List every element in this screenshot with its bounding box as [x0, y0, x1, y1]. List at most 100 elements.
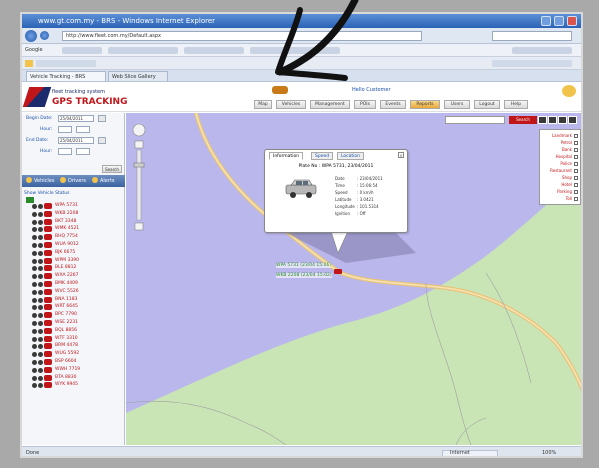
layer-checkbox[interactable] — [574, 190, 578, 194]
vehicle-name[interactable]: WUA 9012 — [55, 242, 79, 247]
vehicle-marker[interactable] — [334, 269, 342, 274]
notification-icon[interactable] — [272, 86, 288, 94]
maximize-button[interactable] — [554, 16, 564, 26]
vehicle-name[interactable]: WXA 2267 — [55, 273, 79, 278]
zoom-slider-track[interactable] — [136, 149, 142, 221]
forward-button[interactable] — [40, 31, 49, 40]
pan-control-icon[interactable] — [132, 123, 146, 137]
vehicle-label[interactable]: WPA 5731 (23/04 15:06) — [276, 263, 332, 268]
layer-toggle[interactable]: Toll — [566, 196, 578, 201]
layer-toggle[interactable]: Hospital — [556, 154, 578, 159]
vehicle-name[interactable]: BNA 1183 — [55, 297, 77, 302]
nav-users[interactable]: Users — [444, 100, 470, 109]
vehicle-list-item[interactable]: WWH 7719 — [26, 366, 122, 374]
minute-select[interactable] — [76, 126, 90, 133]
vehicle-list-item[interactable]: WRT 6645 — [26, 304, 122, 311]
nav-reports[interactable]: Reports — [410, 100, 440, 109]
vehicle-name[interactable]: BKT 3348 — [55, 219, 76, 224]
vehicle-list-item[interactable]: WMK 4521 — [26, 226, 122, 233]
tab-drivers[interactable]: Drivers — [60, 177, 86, 185]
vehicle-name[interactable]: WWH 7719 — [55, 367, 80, 372]
vehicle-list-item[interactable]: WUG 5592 — [26, 351, 122, 358]
vehicle-list-item[interactable]: BSP 6604 — [26, 359, 122, 366]
layer-toggle[interactable]: Restaurant — [550, 168, 578, 173]
zoom-slider-handle[interactable] — [133, 162, 145, 168]
begin-date-input[interactable]: 25/04/2011 — [58, 115, 94, 122]
vehicle-name[interactable]: WKB 2208 — [55, 211, 78, 216]
favorites-item[interactable] — [36, 60, 96, 67]
vehicle-list-item[interactable]: WXA 2267 — [26, 273, 122, 280]
layer-checkbox[interactable] — [574, 183, 578, 187]
tab-alerts[interactable]: Alerts — [92, 177, 115, 185]
toolbar-buttons[interactable] — [108, 47, 178, 54]
vehicle-name[interactable]: WYK 9945 — [55, 382, 78, 387]
favorites-star-icon[interactable] — [25, 60, 33, 67]
vehicle-list-item[interactable]: WPM 3390 — [26, 257, 122, 265]
end-date-input[interactable]: 25/04/2011 — [58, 137, 94, 144]
vehicle-name[interactable]: BRM 4478 — [55, 343, 78, 348]
vehicle-name[interactable]: WTF 3310 — [55, 336, 78, 341]
vehicle-label[interactable]: WKB 2208 (23/04 15:02) — [276, 273, 332, 278]
browser-search-input[interactable] — [492, 31, 572, 41]
layer-checkbox[interactable] — [574, 148, 578, 152]
vehicle-name[interactable]: BTA 8830 — [55, 375, 76, 380]
vehicle-name[interactable]: BMK 4409 — [55, 281, 78, 286]
favorites-command-bar[interactable] — [492, 60, 572, 67]
popup-tab-information[interactable]: Information — [269, 152, 304, 160]
hour-select[interactable] — [58, 126, 72, 133]
nav-logout[interactable]: Logout — [474, 100, 500, 109]
vehicle-list-item[interactable]: BQL 8856 — [26, 327, 122, 335]
tree-header[interactable]: Show Vehicle Status — [24, 191, 69, 196]
toolbar-settings[interactable] — [512, 47, 572, 54]
layer-toggle[interactable]: Petrol — [561, 140, 578, 145]
popup-tab-speed[interactable]: Speed — [311, 152, 334, 160]
vehicle-name[interactable]: WRT 6645 — [55, 304, 78, 309]
nav-pois[interactable]: POIs — [354, 100, 376, 109]
layer-checkbox[interactable] — [574, 197, 578, 201]
vehicle-list-item[interactable]: WTF 3310 — [26, 335, 122, 343]
popup-close-icon[interactable]: × — [398, 152, 404, 158]
map-type-button[interactable] — [568, 116, 577, 124]
vehicle-list-item[interactable]: WYK 9945 — [26, 382, 122, 389]
map-address-input[interactable] — [445, 116, 505, 124]
vehicle-list-item[interactable]: BNA 1183 — [26, 296, 122, 304]
layer-toggle[interactable]: Landmark — [552, 133, 578, 138]
calendar-icon[interactable] — [98, 115, 106, 122]
popup-tab-location[interactable]: Location — [337, 152, 365, 160]
vehicle-name[interactable]: WUG 5592 — [55, 351, 79, 356]
layer-checkbox[interactable] — [574, 155, 578, 159]
vehicle-name[interactable]: WVC 5526 — [55, 289, 79, 294]
vehicle-name[interactable]: BLE 8812 — [55, 265, 76, 270]
layer-toggle[interactable]: Bank — [562, 147, 578, 152]
minute2-select[interactable] — [76, 148, 90, 155]
layer-checkbox[interactable] — [574, 134, 578, 138]
minimize-button[interactable] — [541, 16, 551, 26]
nav-management[interactable]: Management — [310, 100, 350, 109]
vehicle-name[interactable]: BJK 6675 — [55, 250, 75, 255]
tab-web-slice[interactable]: Web Slice Gallery — [108, 71, 168, 81]
layer-toggle[interactable]: Hotel — [561, 182, 578, 187]
vehicle-list-item[interactable]: WPA 5731 — [26, 203, 122, 210]
map-panel[interactable]: Search Landmark Petrol Bank Hospital Police R… — [126, 113, 581, 445]
tab-vehicles[interactable]: Vehicles — [26, 177, 55, 185]
user-link[interactable]: Hello Customer — [352, 87, 391, 93]
layer-toggle[interactable]: Police — [560, 161, 578, 166]
layer-checkbox[interactable] — [574, 162, 578, 166]
vehicle-name[interactable]: WSE 2231 — [55, 320, 78, 325]
search-button[interactable]: Search — [102, 165, 122, 173]
back-button[interactable] — [25, 30, 37, 42]
nav-events[interactable]: Events — [380, 100, 406, 109]
vehicle-name[interactable]: BSP 6604 — [55, 359, 76, 364]
toolbar-buttons[interactable] — [184, 47, 244, 54]
vehicle-name[interactable]: WPM 3390 — [55, 258, 79, 263]
zoom-level[interactable]: 100% — [542, 447, 556, 456]
zoom-out-button[interactable] — [134, 222, 144, 231]
vehicle-name[interactable]: BHQ 7754 — [55, 234, 78, 239]
vehicle-name[interactable]: WPA 5731 — [55, 203, 78, 208]
layer-toggle[interactable]: Parking — [557, 189, 578, 194]
zoom-in-button[interactable] — [134, 140, 144, 149]
url-input[interactable]: http://www.fleet.com.my/Default.aspx — [62, 31, 422, 41]
layer-checkbox[interactable] — [574, 169, 578, 173]
map-type-button[interactable] — [538, 116, 547, 124]
vehicle-list-item[interactable]: BRM 4478 — [26, 343, 122, 350]
